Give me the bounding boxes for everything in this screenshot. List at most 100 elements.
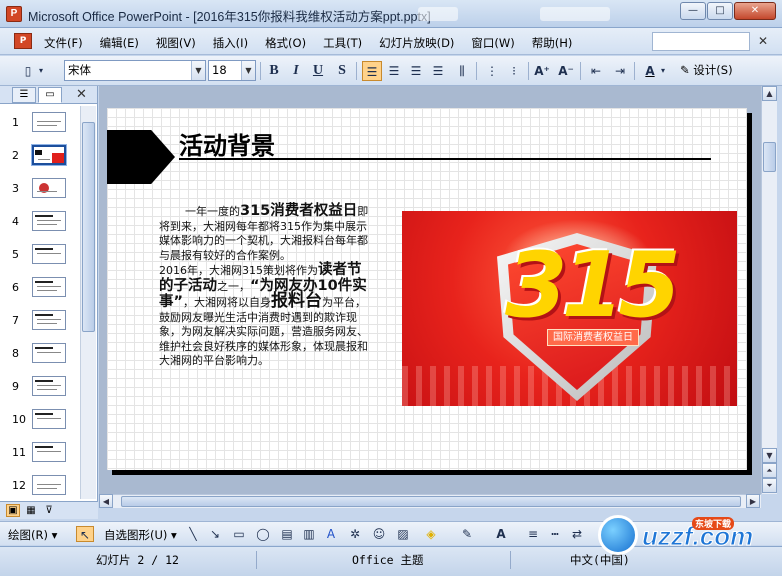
pane-close-icon[interactable]: ✕ — [76, 87, 87, 102]
horizontal-scroll-thumb[interactable] — [121, 496, 741, 507]
design-button[interactable]: ✎ 设计(S) — [680, 62, 733, 78]
slide-thumbnail-row[interactable]: 4 — [0, 207, 80, 240]
increase-indent-icon[interactable]: ⇥ — [610, 61, 630, 81]
slide-thumbnail-row[interactable]: 1 — [0, 108, 80, 141]
previous-slide-icon[interactable]: ⏶ — [762, 463, 777, 478]
arrow-style-icon[interactable]: ⇄ — [568, 526, 586, 542]
arrow-icon[interactable]: ↘ — [206, 526, 224, 542]
slideshow-icon[interactable]: ⊽ — [42, 504, 56, 517]
slide-sorter-icon[interactable]: ▦ — [24, 504, 38, 517]
menu-tools[interactable]: 工具(T) — [323, 35, 362, 51]
align-left-icon[interactable]: ☰ — [362, 61, 382, 81]
textbox-icon[interactable]: ▤ — [278, 526, 296, 542]
menu-help[interactable]: 帮助(H) — [532, 35, 573, 51]
increase-font-button[interactable]: A⁺ — [532, 61, 552, 81]
normal-view-icon[interactable]: ▣ — [6, 504, 20, 517]
font-color-draw-icon[interactable]: A — [492, 526, 510, 542]
slide-title[interactable]: 活动背景 — [179, 126, 275, 161]
menu-format[interactable]: 格式(O) — [265, 35, 306, 51]
scroll-down-icon[interactable]: ▼ — [762, 448, 777, 463]
maximize-button[interactable]: □ — [707, 2, 733, 20]
scroll-up-icon[interactable]: ▲ — [762, 86, 777, 101]
oval-icon[interactable]: ◯ — [254, 526, 272, 542]
slide-thumbnail-row[interactable]: 12 — [0, 471, 80, 504]
decrease-font-button[interactable]: A⁻ — [556, 61, 576, 81]
vertical-scrollbar[interactable]: ▲ ▼ ⏶ ⏷ — [761, 86, 777, 494]
underline-button[interactable]: U — [308, 61, 328, 81]
picture-icon[interactable]: ▨ — [394, 526, 412, 542]
title-underline[interactable] — [179, 158, 711, 160]
menu-view[interactable]: 视图(V) — [156, 35, 196, 51]
slide-canvas[interactable]: 活动背景 一年一度的315消费者权益日即将到来，大湘网每年都将315作为集中展示… — [107, 108, 747, 470]
slides-pane-scrollbar[interactable] — [80, 106, 96, 499]
numbered-list-icon[interactable]: ⋮ — [482, 61, 502, 81]
line-icon[interactable]: ╲ — [184, 526, 202, 542]
slide-thumbnail-row[interactable]: 2 — [0, 141, 80, 174]
slide-thumbnail[interactable] — [32, 442, 66, 462]
slide-thumbnail[interactable] — [32, 310, 66, 330]
next-slide-icon[interactable]: ⏷ — [762, 478, 777, 493]
slides-pane-scroll-thumb[interactable] — [82, 122, 95, 332]
slide-thumbnail-row[interactable]: 3 — [0, 174, 80, 207]
dash-style-icon[interactable]: ┅ — [546, 526, 564, 542]
slide-thumbnail-selected[interactable] — [32, 145, 66, 165]
wordart-icon[interactable]: A — [322, 526, 340, 542]
title-arrow-shape[interactable] — [107, 130, 175, 184]
consumer-rights-day-image[interactable]: 315 国际消费者权益日 — [402, 211, 737, 406]
vertical-textbox-icon[interactable]: ▥ — [300, 526, 318, 542]
justify-icon[interactable]: ☰ — [428, 61, 448, 81]
slide-thumbnail-row[interactable]: 10 — [0, 405, 80, 438]
menu-file[interactable]: 文件(F) — [44, 35, 83, 51]
slide-thumbnail-row[interactable]: 11 — [0, 438, 80, 471]
slides-tab-icon[interactable]: ▭ — [38, 87, 62, 103]
clipart-icon[interactable]: ☺ — [370, 526, 388, 542]
new-document-icon[interactable]: ▯ — [18, 61, 38, 81]
font-size-select[interactable]: 18 ▼ — [208, 60, 256, 81]
minimize-button[interactable]: — — [680, 2, 706, 20]
powerpoint-app-icon[interactable]: P — [6, 6, 22, 22]
font-name-select[interactable]: 宋体 ▼ — [64, 60, 206, 81]
slide-thumbnail[interactable] — [32, 178, 66, 198]
chevron-down-icon[interactable]: ▼ — [191, 61, 205, 80]
slide-body-text[interactable]: 一年一度的315消费者权益日即将到来，大湘网每年都将315作为集中展示媒体影响力… — [159, 204, 373, 369]
outline-tab-icon[interactable]: ☰ — [12, 87, 36, 103]
help-search-input[interactable] — [652, 32, 750, 51]
select-pointer-icon[interactable]: ↖ — [76, 526, 94, 542]
close-button[interactable]: ✕ — [734, 2, 776, 20]
vertical-scroll-thumb[interactable] — [763, 142, 776, 172]
document-close-icon[interactable]: ✕ — [758, 34, 768, 48]
draw-menu-button[interactable]: 绘图(R) ▾ — [8, 527, 57, 543]
slide-thumbnail-row[interactable]: 6 — [0, 273, 80, 306]
document-icon[interactable]: P — [14, 33, 32, 49]
slide-thumbnail-row[interactable]: 7 — [0, 306, 80, 339]
decrease-indent-icon[interactable]: ⇤ — [586, 61, 606, 81]
slide-thumbnail-row[interactable]: 8 — [0, 339, 80, 372]
font-color-dropdown-icon[interactable]: ▾ — [658, 61, 668, 81]
slide-thumbnail-row[interactable]: 9 — [0, 372, 80, 405]
toolbar-options-icon[interactable]: ▾ — [36, 61, 46, 81]
line-style-icon[interactable]: ≡ — [524, 526, 542, 542]
autoshapes-button[interactable]: 自选图形(U) ▾ — [104, 527, 177, 543]
menu-edit[interactable]: 编辑(E) — [100, 35, 139, 51]
scroll-left-icon[interactable]: ◀ — [99, 494, 113, 508]
scroll-right-icon[interactable]: ▶ — [746, 494, 760, 508]
distribute-icon[interactable]: ⫼ — [452, 61, 472, 81]
line-color-icon[interactable]: ✎ — [458, 526, 476, 542]
slide-thumbnail[interactable] — [32, 211, 66, 231]
slide-thumbnail[interactable] — [32, 277, 66, 297]
chevron-down-icon[interactable]: ▼ — [241, 61, 255, 80]
slide-thumbnail-row[interactable]: 5 — [0, 240, 80, 273]
menu-insert[interactable]: 插入(I) — [213, 35, 248, 51]
slide-thumbnail[interactable] — [32, 376, 66, 396]
menu-slideshow[interactable]: 幻灯片放映(D) — [379, 35, 454, 51]
italic-button[interactable]: I — [286, 61, 306, 81]
slide-thumbnail[interactable] — [32, 244, 66, 264]
font-color-button[interactable]: A — [640, 61, 660, 81]
slide-thumbnail[interactable] — [32, 409, 66, 429]
bullet-list-icon[interactable]: ⁝ — [504, 61, 524, 81]
menu-window[interactable]: 窗口(W) — [471, 35, 514, 51]
rectangle-icon[interactable]: ▭ — [230, 526, 248, 542]
diagram-icon[interactable]: ✲ — [346, 526, 364, 542]
slide-thumbnail[interactable] — [32, 112, 66, 132]
align-center-icon[interactable]: ☰ — [384, 61, 404, 81]
